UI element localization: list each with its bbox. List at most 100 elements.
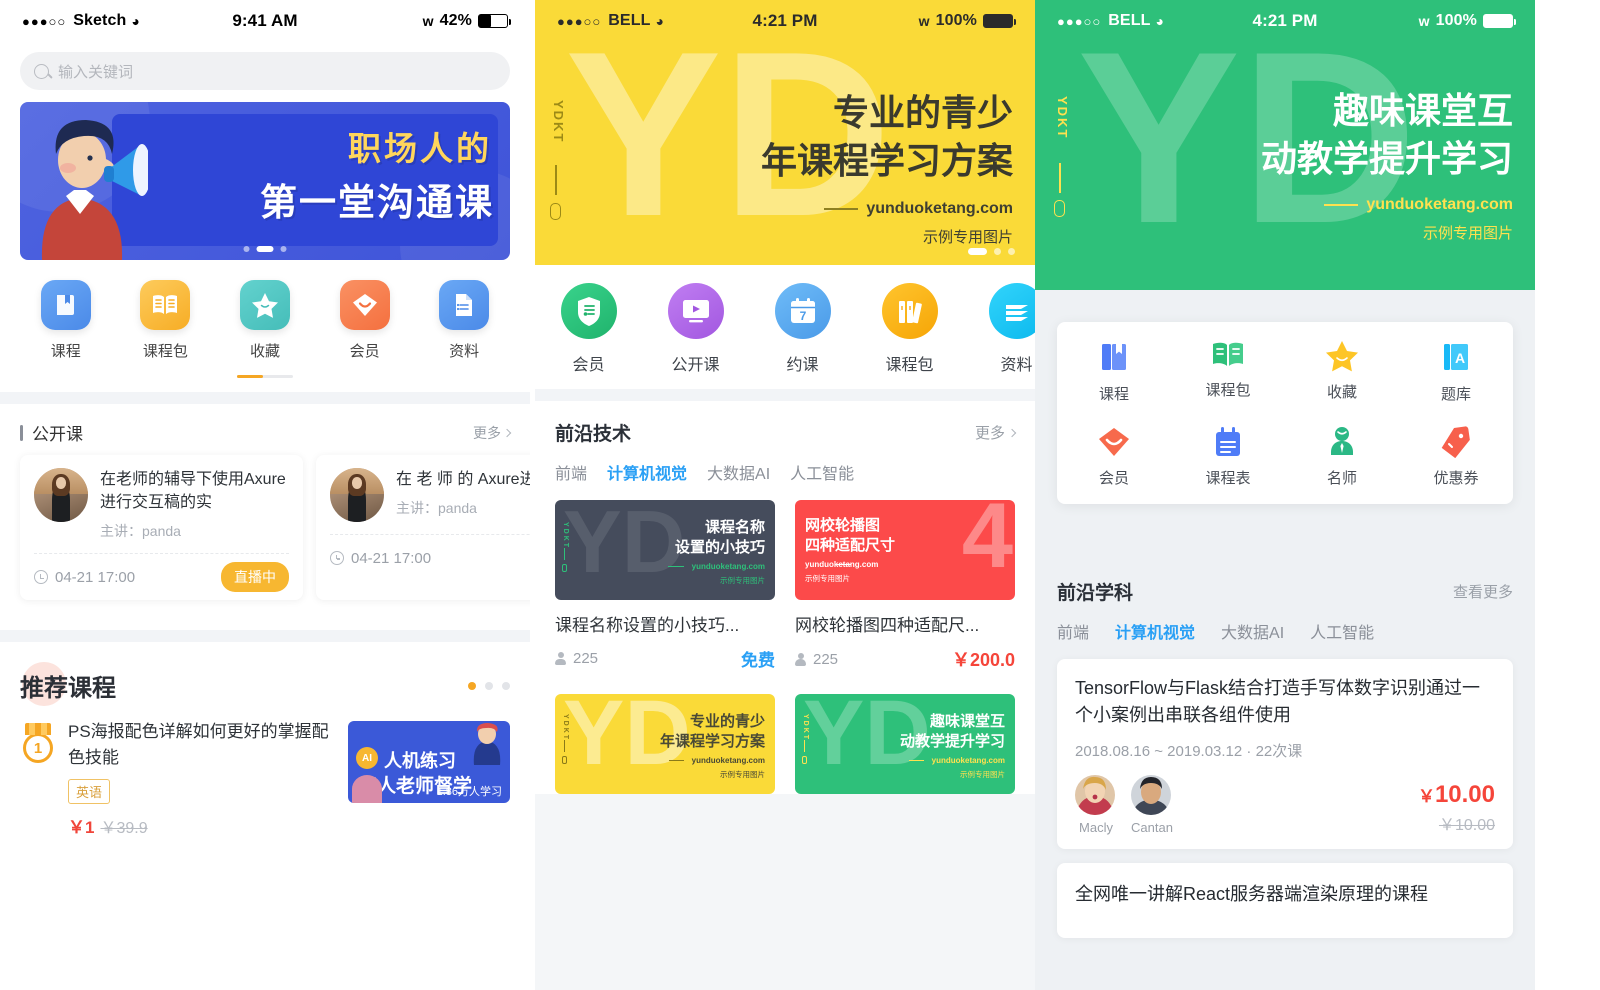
nav-item-teachers[interactable]: 名师 [1285, 426, 1399, 488]
course-card[interactable]: YD YDKT 专业的青少 年课程学习方案 yunduoketang.com 示… [555, 694, 775, 794]
bluetooth-icon: w [422, 13, 434, 29]
course-price: ￥10.00 [1418, 781, 1495, 809]
course-card[interactable]: YD YDKT 趣味课堂互 动教学提升学习 yunduoketang.com 示… [795, 694, 1015, 794]
nav-item-member[interactable]: 会员 [535, 283, 642, 375]
side-divider [555, 165, 557, 195]
open-book-icon [1213, 342, 1243, 366]
hero-banner-carousel[interactable]: 职场人的 第一堂沟通课 [20, 102, 510, 260]
thumb-line2: 动教学提升学习 [899, 733, 1005, 750]
course-time: 04-21 17:00 [351, 549, 432, 567]
nav-item-course-pack[interactable]: 课程包 [1171, 340, 1285, 404]
status-bar: ●●●○○ BELL ◕ 4:21 PM w 100% [1035, 0, 1535, 42]
card-text: 在老师的辅导下使用Axure进行交互稿的实 主讲：panda [100, 468, 289, 541]
section-divider [0, 630, 530, 643]
tab-frontend[interactable]: 前端 [1057, 619, 1089, 643]
nav-item-favorites[interactable]: 收藏 [215, 280, 315, 361]
calendar-icon: 7 [774, 283, 831, 339]
course-list-item[interactable]: 全网唯一讲解React服务器端渲染原理的课程 [1057, 863, 1513, 938]
tab-artificial-intelligence[interactable]: 人工智能 [1310, 619, 1374, 643]
avatar [1131, 775, 1171, 815]
tab-bigdata-ai[interactable]: 大数据AI [1221, 619, 1284, 643]
phone-screen-home-blue: ●●●○○ Sketch ◕ 9:41 AM w 42% 输入关键词 职场人的 … [0, 0, 530, 990]
course-footer: Macly Cantan ￥10.00 ￥10.00 [1075, 775, 1495, 835]
tab-computer-vision[interactable]: 计算机视觉 [607, 460, 687, 484]
frontier-tech-section: 前沿技术 更多 前端 计算机视觉 大数据AI 人工智能 YD YDKT 课程名称… [535, 401, 1035, 794]
nav-item-open-class[interactable]: 公开课 [642, 283, 749, 375]
thumb-line1: 课程名称 [704, 519, 765, 536]
card-top: 在老师的辅导下使用Axure进行交互稿的实 主讲：panda [34, 468, 289, 541]
three-phone-screens: ●●●○○ Sketch ◕ 9:41 AM w 42% 输入关键词 职场人的 … [0, 0, 1600, 990]
banner-title-line1: 专业的青少 [832, 92, 1013, 133]
thumb-sub: 示例专用图片 [960, 770, 1005, 779]
price-value: 10.00 [1434, 781, 1495, 808]
nav-item-member[interactable]: 会员 [315, 280, 415, 361]
nav-label: 课程 [1098, 386, 1129, 403]
nav-item-coupon[interactable]: 优惠券 [1399, 426, 1513, 488]
person-icon [795, 652, 806, 666]
course-meta: 225 免费 [555, 646, 775, 671]
section-title: 公开课 [32, 425, 83, 444]
status-bar: ●●●○○ Sketch ◕ 9:41 AM w 42% [0, 0, 530, 42]
course-card[interactable]: YD YDKT 课程名称 设置的小技巧 yunduoketang.com 示例专… [555, 500, 775, 672]
nav-label: 会员 [572, 357, 605, 374]
ai-badge: AI [356, 747, 378, 770]
nav-item-question-bank[interactable]: A 题库 [1399, 340, 1513, 404]
banner-pagination[interactable] [243, 246, 287, 252]
side-marker-icon [1054, 200, 1065, 217]
nav-item-materials[interactable]: 资料 [963, 283, 1035, 375]
search-input[interactable]: 输入关键词 [20, 52, 510, 90]
nav-item-member[interactable]: 会员 [1057, 426, 1171, 488]
view-more-link[interactable]: 查看更多 [1453, 581, 1513, 602]
open-class-card[interactable]: 在老师的辅导下使用Axure进行交互稿的实 主讲：panda 04-21 17:… [20, 455, 303, 601]
banner-illustration [41, 120, 148, 260]
teacher: Cantan [1131, 775, 1173, 835]
nav-item-book-class[interactable]: 7 约课 [749, 283, 856, 375]
star-icon [239, 280, 290, 330]
recommend-pagination[interactable] [468, 681, 510, 690]
nav-label: 资料 [449, 343, 480, 360]
course-date-range: 2018.08.16 ~ 2019.03.12 · 22次课 [1075, 743, 1303, 760]
thumb-url: yunduoketang.com [691, 562, 765, 571]
nav-item-course-pack[interactable]: 课程包 [856, 283, 963, 375]
person-icon [555, 652, 566, 665]
recommend-list-item[interactable]: 1 PS海报配色详解如何更好的掌握配色技能 英语 ￥1 ￥39.9 AI 人机练习… [0, 703, 530, 838]
nav-label: 课程包 [142, 343, 188, 360]
teacher: Macly [1075, 775, 1117, 835]
category-tabs: 前端 计算机视觉 大数据AI 人工智能 [1057, 619, 1513, 643]
section-divider [0, 392, 530, 404]
nav-item-schedule[interactable]: 课程表 [1171, 426, 1285, 488]
section-title: 前沿技术 [555, 424, 632, 445]
teacher-icon [1331, 427, 1353, 455]
course-list-item[interactable]: TensorFlow与Flask结合打造手写体数字识别通过一个小案例出串联各组件… [1057, 659, 1513, 849]
banner-url: yunduoketang.com [1366, 196, 1513, 213]
open-class-card[interactable]: 在 老 师 的 Axure进行: 主讲：panda 04-21 17:00 [316, 455, 530, 601]
banner-pagination[interactable] [968, 248, 1015, 255]
course-thumbnail: YD YDKT 课程名称 设置的小技巧 yunduoketang.com 示例专… [555, 500, 775, 600]
nav-item-materials[interactable]: 资料 [414, 280, 514, 361]
course-card[interactable]: 4 网校轮播图 四种适配尺寸 yunduoketang.com 示例专用图片 网… [795, 500, 1015, 672]
course-teacher: 主讲：panda [100, 523, 181, 540]
tab-artificial-intelligence[interactable]: 人工智能 [790, 460, 854, 484]
tab-computer-vision[interactable]: 计算机视觉 [1115, 619, 1195, 643]
hero-banner-green[interactable]: ●●●○○ BELL ◕ 4:21 PM w 100% YD YDKT 趣味课堂… [1035, 0, 1535, 290]
signal-dots-icon: ●●●○○ [1057, 13, 1102, 29]
nav-item-course-pack[interactable]: 课程包 [116, 280, 216, 361]
bluetooth-icon: w [1418, 13, 1430, 29]
more-link[interactable]: 更多 [473, 423, 512, 443]
course-price: 免费 [741, 651, 775, 670]
nav-item-course[interactable]: 课程 [1057, 340, 1171, 404]
status-left: ●●●○○ Sketch ◕ [22, 12, 265, 30]
thumb-line1: 趣味课堂互 [929, 713, 1005, 730]
more-link[interactable]: 更多 [975, 422, 1017, 443]
nav-item-course[interactable]: 课程 [16, 280, 116, 361]
thumb-side-label: YDKT [802, 714, 809, 742]
nav-scroll-indicator [237, 375, 293, 378]
tab-bigdata-ai[interactable]: 大数据AI [707, 460, 770, 484]
hero-banner-yellow[interactable]: ●●●○○ BELL ◕ 4:21 PM w 100% YD YDKT 专业的青… [535, 0, 1035, 265]
books-icon [881, 283, 938, 339]
banner-title-line1: 职场人的 [348, 130, 492, 167]
tab-frontend[interactable]: 前端 [555, 460, 587, 484]
battery-percent: 100% [1435, 12, 1477, 29]
nav-item-favorites[interactable]: 收藏 [1285, 340, 1399, 404]
thumb-sub: 示例专用图片 [720, 770, 765, 779]
